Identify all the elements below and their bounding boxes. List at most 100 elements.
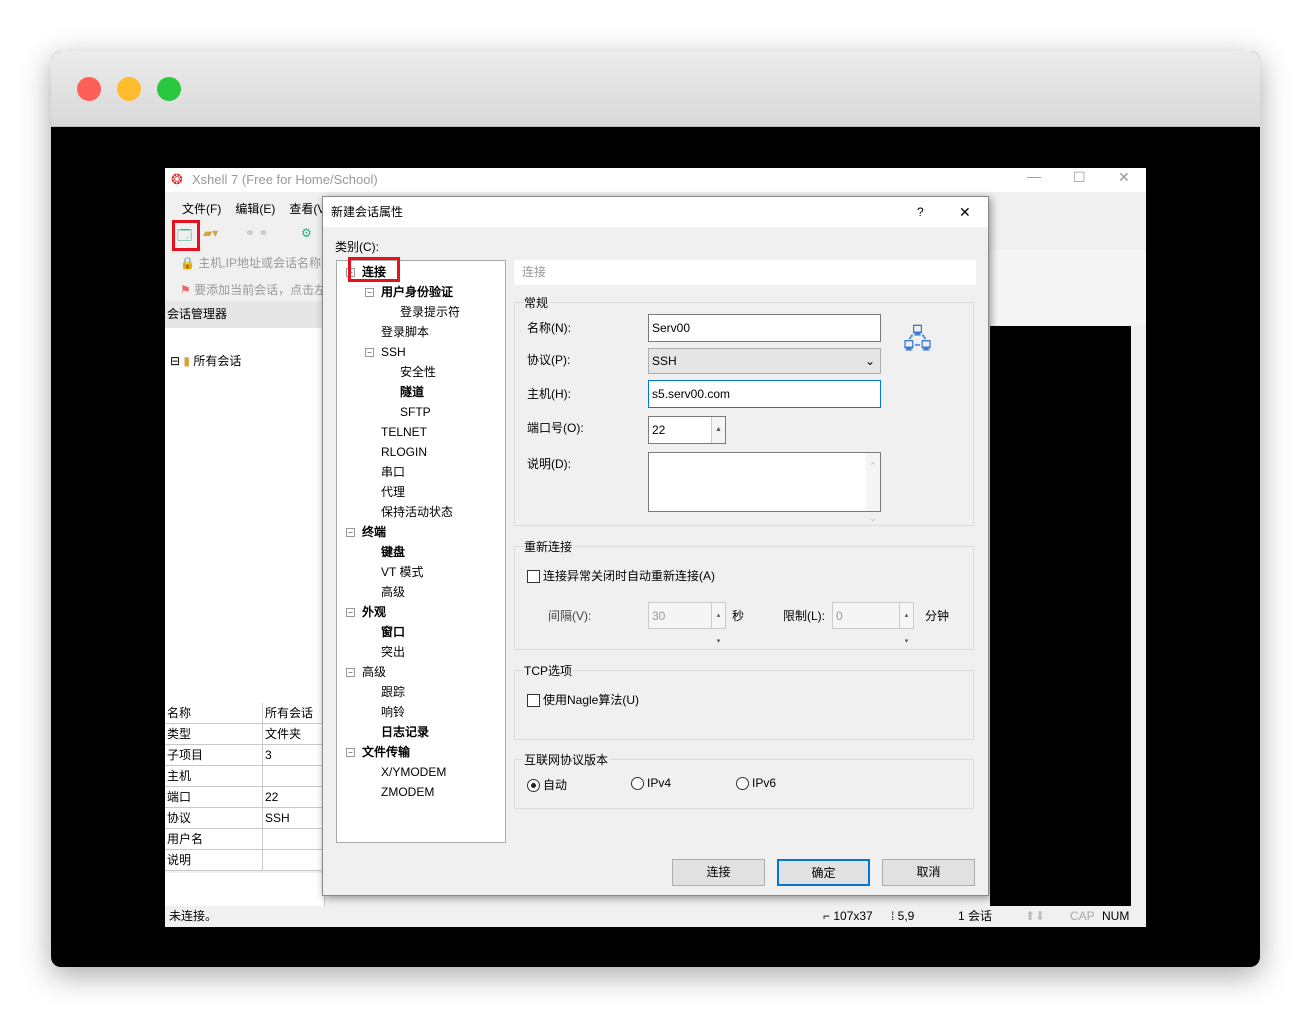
limit-label: 限制(L): [783, 607, 825, 624]
radio-ipv6[interactable]: IPv6 [736, 776, 776, 790]
session-tree: ⊟ ▮ 所有会话 [165, 328, 325, 703]
tree-item[interactable]: 外观 [362, 602, 386, 622]
terminal-scrollbar[interactable] [1131, 326, 1146, 906]
port-spin-buttons[interactable]: ▲▼ [711, 417, 725, 443]
terminal-area[interactable] [990, 326, 1146, 906]
tree-item[interactable]: 串口 [381, 462, 405, 482]
cancel-button[interactable]: 取消 [882, 859, 975, 886]
all-sessions-item[interactable]: ⊟ ▮ 所有会话 [170, 352, 241, 369]
tree-expander-icon[interactable]: − [346, 528, 355, 537]
tree-item[interactable]: RLOGIN [381, 442, 427, 462]
tree-expander-icon[interactable]: − [365, 288, 374, 297]
tree-item[interactable]: 高级 [381, 582, 405, 602]
ok-button[interactable]: 确定 [777, 859, 870, 886]
settings-icon[interactable]: ⚙ [301, 226, 312, 240]
property-value: 3 [263, 745, 272, 765]
connect-button[interactable]: 连接 [672, 859, 765, 886]
protocol-label: 协议(P): [527, 351, 570, 368]
protocol-select[interactable]: SSH⌄ [648, 348, 881, 374]
terminal-size: 107x37 [833, 909, 872, 923]
tree-item[interactable]: SFTP [400, 402, 431, 422]
tree-expander-icon[interactable]: − [365, 348, 374, 357]
menu-file[interactable]: 文件(F) [182, 202, 221, 216]
minimize-window-button[interactable] [117, 77, 141, 101]
category-label: 类别(C): [335, 238, 379, 255]
close-window-button[interactable] [77, 77, 101, 101]
connect-icon[interactable]: ⚭ ⚭ [245, 226, 268, 240]
auto-reconnect-checkbox[interactable]: 连接异常关闭时自动重新连接(A) [527, 567, 715, 584]
tree-expander-icon[interactable]: − [346, 748, 355, 757]
dialog-close-button[interactable]: ✕ [959, 197, 971, 227]
tree-item[interactable]: 高级 [362, 662, 386, 682]
property-name: 端口 [165, 787, 263, 807]
network-computers-icon: 🖧 [903, 321, 932, 365]
port-stepper[interactable]: 22▲▼ [648, 416, 726, 444]
cursor-position: 5,9 [898, 909, 915, 923]
window-title: Xshell 7 (Free for Home/School) [192, 172, 378, 187]
tree-item[interactable]: VT 模式 [381, 562, 423, 582]
highlight-connection [348, 257, 400, 282]
tree-item[interactable]: 隧道 [400, 382, 424, 402]
menu-edit[interactable]: 编辑(E) [235, 202, 275, 216]
tree-item[interactable]: 键盘 [381, 542, 405, 562]
host-input[interactable]: s5.serv00.com [648, 380, 881, 408]
tree-item[interactable]: 登录提示符 [400, 302, 460, 322]
hint-text: 要添加当前会话，点击左 [194, 283, 326, 297]
maximize-button[interactable]: ☐ [1073, 169, 1086, 186]
property-value [263, 766, 265, 786]
minimize-button[interactable]: — [1027, 168, 1041, 184]
name-input[interactable]: Serv00 [648, 314, 881, 342]
interval-stepper[interactable]: 30▴▾ [648, 602, 726, 629]
tree-item[interactable]: 响铃 [381, 702, 405, 722]
description-input[interactable]: ⌃⌄ [648, 452, 881, 512]
tree-item[interactable]: TELNET [381, 422, 427, 442]
category-tree[interactable]: 连接−用户身份验证−登录提示符登录脚本SSH−安全性隧道SFTPTELNETRL… [336, 260, 506, 843]
arrows-icon[interactable]: ⬆⬇ [1025, 906, 1045, 927]
menu-view[interactable]: 查看(V [289, 202, 325, 216]
property-name: 主机 [165, 766, 263, 786]
tree-item[interactable]: ZMODEM [381, 782, 434, 802]
xshell-logo-icon: ❂ [171, 171, 183, 188]
tree-item[interactable]: 登录脚本 [381, 322, 429, 342]
tree-item[interactable]: 日志记录 [381, 722, 429, 742]
tree-item[interactable]: 保持活动状态 [381, 502, 453, 522]
address-bar[interactable]: 🔒 主机,IP地址或会话名称 [180, 254, 321, 271]
tree-item[interactable]: 用户身份验证 [381, 282, 453, 302]
tree-item[interactable]: 文件传输 [362, 742, 410, 762]
nagle-checkbox[interactable]: 使用Nagle算法(U) [527, 691, 639, 708]
tcp-group: TCP选项 使用Nagle算法(U) [514, 670, 974, 740]
help-button[interactable]: ? [917, 197, 924, 227]
connection-status: 未连接。 [169, 906, 217, 927]
tree-item[interactable]: SSH [381, 342, 406, 362]
open-folder-icon[interactable]: ▰▾ [203, 226, 218, 240]
radio-ipv4[interactable]: IPv4 [631, 776, 671, 790]
tree-item[interactable]: 安全性 [400, 362, 436, 382]
property-name: 协议 [165, 808, 263, 828]
xshell-titlebar: ❂ Xshell 7 (Free for Home/School) — ☐ ✕ [165, 168, 1146, 192]
close-button[interactable]: ✕ [1118, 169, 1130, 186]
ip-version-group: 互联网协议版本 自动 IPv4 IPv6 [514, 759, 974, 809]
ip-version-title: 互联网协议版本 [523, 751, 609, 768]
property-value [263, 850, 265, 870]
zoom-window-button[interactable] [157, 77, 181, 101]
tree-expander-icon[interactable]: − [346, 668, 355, 677]
new-session-dialog: 新建会话属性 ? ✕ 类别(C): 连接−用户身份验证−登录提示符登录脚本SSH… [322, 196, 989, 896]
property-name: 说明 [165, 850, 263, 870]
radio-auto[interactable]: 自动 [527, 776, 567, 793]
tree-item[interactable]: 代理 [381, 482, 405, 502]
property-value: 所有会话 [263, 703, 313, 723]
tree-expander-icon[interactable]: − [346, 608, 355, 617]
tree-item[interactable]: 突出 [381, 642, 405, 662]
description-label: 说明(D): [527, 455, 571, 472]
limit-stepper[interactable]: 0▴▾ [832, 602, 914, 629]
property-row: 说明 [165, 850, 325, 871]
property-row: 子项目3 [165, 745, 325, 766]
cap-indicator: CAP [1070, 906, 1095, 927]
seconds-label: 秒 [732, 607, 744, 624]
session-manager-header: 会话管理器 [165, 301, 325, 328]
tree-item[interactable]: 窗口 [381, 622, 405, 642]
tree-item[interactable]: 跟踪 [381, 682, 405, 702]
tree-item[interactable]: 终端 [362, 522, 386, 542]
tree-item[interactable]: X/YMODEM [381, 762, 446, 782]
dialog-title: 新建会话属性 [331, 205, 403, 219]
